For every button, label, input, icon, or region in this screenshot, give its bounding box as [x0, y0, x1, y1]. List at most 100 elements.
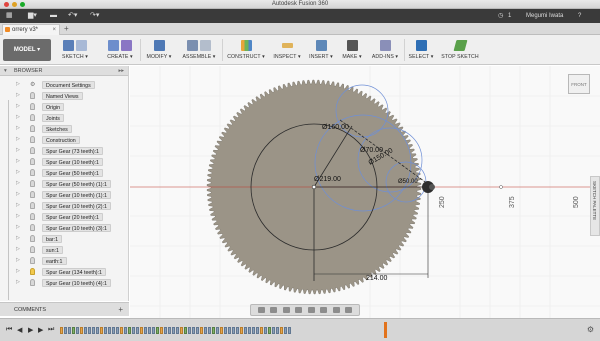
document-tab[interactable]: orrery v3* × [2, 24, 60, 35]
modify-menu-label[interactable]: MODIFY ▾ [144, 54, 174, 60]
timeline-feature[interactable] [188, 326, 191, 334]
timeline-feature[interactable] [280, 326, 283, 334]
visibility-bulb-icon[interactable] [30, 169, 35, 176]
create-menu-label[interactable]: CREATE ▾ [102, 54, 138, 60]
browser-item[interactable]: ▷ Spur Gear (10 teeth) (4):1 [0, 278, 128, 288]
dim-diameter-160[interactable]: Ø160.00 [322, 124, 349, 131]
expand-triangle-icon[interactable]: ▷ [16, 202, 20, 208]
browser-item[interactable]: ▷ Spur Gear (73 teeth):1 [0, 146, 128, 156]
notification-count[interactable]: 1 [508, 11, 511, 21]
press-pull-icon[interactable] [153, 40, 165, 51]
data-panel-icon[interactable]: ▦ [6, 11, 13, 21]
timeline-feature[interactable] [192, 326, 195, 334]
gear-icon[interactable]: ⚙ [587, 325, 594, 334]
browser-header[interactable]: ▾ BROWSER ▸▸ [0, 66, 128, 76]
visibility-bulb-icon[interactable] [30, 191, 35, 198]
timeline-feature[interactable] [104, 326, 107, 334]
joint-icon[interactable] [200, 40, 211, 51]
browser-item[interactable]: ▷ Sketches [0, 124, 128, 134]
box-icon[interactable] [108, 40, 119, 51]
expand-triangle-icon[interactable]: ▷ [16, 180, 20, 186]
orbit-icon[interactable] [257, 307, 265, 313]
expand-triangle-icon[interactable]: ▷ [16, 103, 20, 109]
timeline-feature[interactable] [60, 326, 63, 334]
timeline-feature[interactable] [276, 326, 279, 334]
undo-icon[interactable]: ↶▾ [68, 11, 77, 21]
assemble-group[interactable]: ASSEMBLE ▾ [180, 37, 218, 63]
modify-group[interactable]: MODIFY ▾ [144, 37, 174, 63]
timeline-feature[interactable] [68, 326, 71, 334]
visibility-bulb-icon[interactable] [30, 92, 35, 99]
viewports-icon[interactable] [345, 307, 353, 313]
select-cursor-icon[interactable] [415, 40, 427, 51]
timeline-feature[interactable] [240, 326, 243, 334]
browser-item[interactable]: ▷ bar:1 [0, 234, 128, 244]
expand-triangle-icon[interactable]: ▷ [16, 114, 20, 120]
timeline-feature[interactable] [208, 326, 211, 334]
dim-diameter-50[interactable]: Ø50.00 [398, 179, 418, 185]
scripts-icon[interactable] [379, 40, 391, 51]
timeline-forward-button[interactable]: ▶ [38, 326, 43, 334]
browser-item[interactable]: ▷ sun:1 [0, 245, 128, 255]
help-icon[interactable]: ? [578, 11, 581, 21]
expand-triangle-icon[interactable]: ▷ [16, 235, 20, 241]
visibility-bulb-icon[interactable] [30, 103, 35, 110]
timeline-start-button[interactable]: ⏮ [6, 326, 12, 334]
inspect-group[interactable]: INSPECT ▾ [272, 37, 302, 63]
panel-options-icon[interactable]: ▸▸ [118, 66, 124, 76]
timeline-back-button[interactable]: ◀ [17, 326, 22, 334]
select-menu-label[interactable]: SELECT ▾ [406, 54, 436, 60]
visibility-bulb-icon[interactable] [30, 158, 35, 165]
sketch-arc-icon[interactable] [63, 40, 74, 51]
inspect-menu-label[interactable]: INSPECT ▾ [272, 54, 302, 60]
timeline-feature[interactable] [120, 326, 123, 334]
visibility-bulb-icon[interactable] [30, 224, 35, 231]
timeline-feature[interactable] [156, 326, 159, 334]
timeline-feature[interactable] [216, 326, 219, 334]
construct-group[interactable]: CONSTRUCT ▾ [226, 37, 266, 63]
sketch-menu-label[interactable]: SKETCH ▾ [58, 54, 92, 60]
workspace-switcher-button[interactable]: MODEL ▾ [3, 39, 51, 61]
timeline-feature[interactable] [88, 326, 91, 334]
pan-icon[interactable] [282, 307, 290, 313]
timeline-feature[interactable] [272, 326, 275, 334]
browser-item[interactable]: ▷ Spur Gear (10 teeth):1 [0, 157, 128, 167]
timeline-feature[interactable] [76, 326, 79, 334]
timeline-feature[interactable] [124, 326, 127, 334]
settings-gear-icon[interactable]: ⚙ [30, 81, 35, 88]
timeline-feature[interactable] [160, 326, 163, 334]
timeline-feature[interactable] [252, 326, 255, 334]
make-group[interactable]: MAKE ▾ [338, 37, 366, 63]
timeline-feature[interactable] [200, 326, 203, 334]
timeline-track[interactable] [60, 325, 380, 335]
visibility-bulb-icon[interactable] [30, 147, 35, 154]
timeline-feature[interactable] [176, 326, 179, 334]
stop-sketch-icon[interactable] [453, 40, 467, 51]
measure-icon[interactable] [281, 43, 293, 48]
visibility-bulb-icon[interactable] [30, 114, 35, 121]
addins-menu-label[interactable]: ADD-INS ▾ [368, 54, 402, 60]
timeline-feature[interactable] [232, 326, 235, 334]
view-cube[interactable]: FRONT [568, 74, 590, 94]
browser-item[interactable]: ▷ Joints [0, 113, 128, 123]
redo-icon[interactable]: ↷▾ [90, 11, 99, 21]
timeline-feature[interactable] [228, 326, 231, 334]
browser-item[interactable]: ▷ Spur Gear (10 teeth) (2):1 [0, 201, 128, 211]
add-comment-icon[interactable]: + [118, 303, 123, 317]
timeline-feature[interactable] [244, 326, 247, 334]
timeline-feature[interactable] [248, 326, 251, 334]
timeline-feature[interactable] [196, 326, 199, 334]
expand-triangle-icon[interactable]: ▷ [16, 268, 20, 274]
user-name[interactable]: Megumi Iwata [526, 11, 563, 21]
timeline-feature[interactable] [212, 326, 215, 334]
dim-horizontal[interactable]: 214.00 [366, 275, 388, 282]
expand-triangle-icon[interactable]: ▷ [16, 279, 20, 285]
save-icon[interactable]: ▬ [50, 11, 57, 21]
timeline-feature[interactable] [256, 326, 259, 334]
expand-triangle-icon[interactable]: ▷ [16, 158, 20, 164]
insert-group[interactable]: INSERT ▾ [306, 37, 336, 63]
stop-sketch-group[interactable]: STOP SKETCH [440, 37, 480, 63]
timeline-feature[interactable] [264, 326, 267, 334]
visibility-bulb-icon[interactable] [30, 235, 35, 242]
browser-item[interactable]: ▷ Spur Gear (50 teeth) (1):1 [0, 179, 128, 189]
